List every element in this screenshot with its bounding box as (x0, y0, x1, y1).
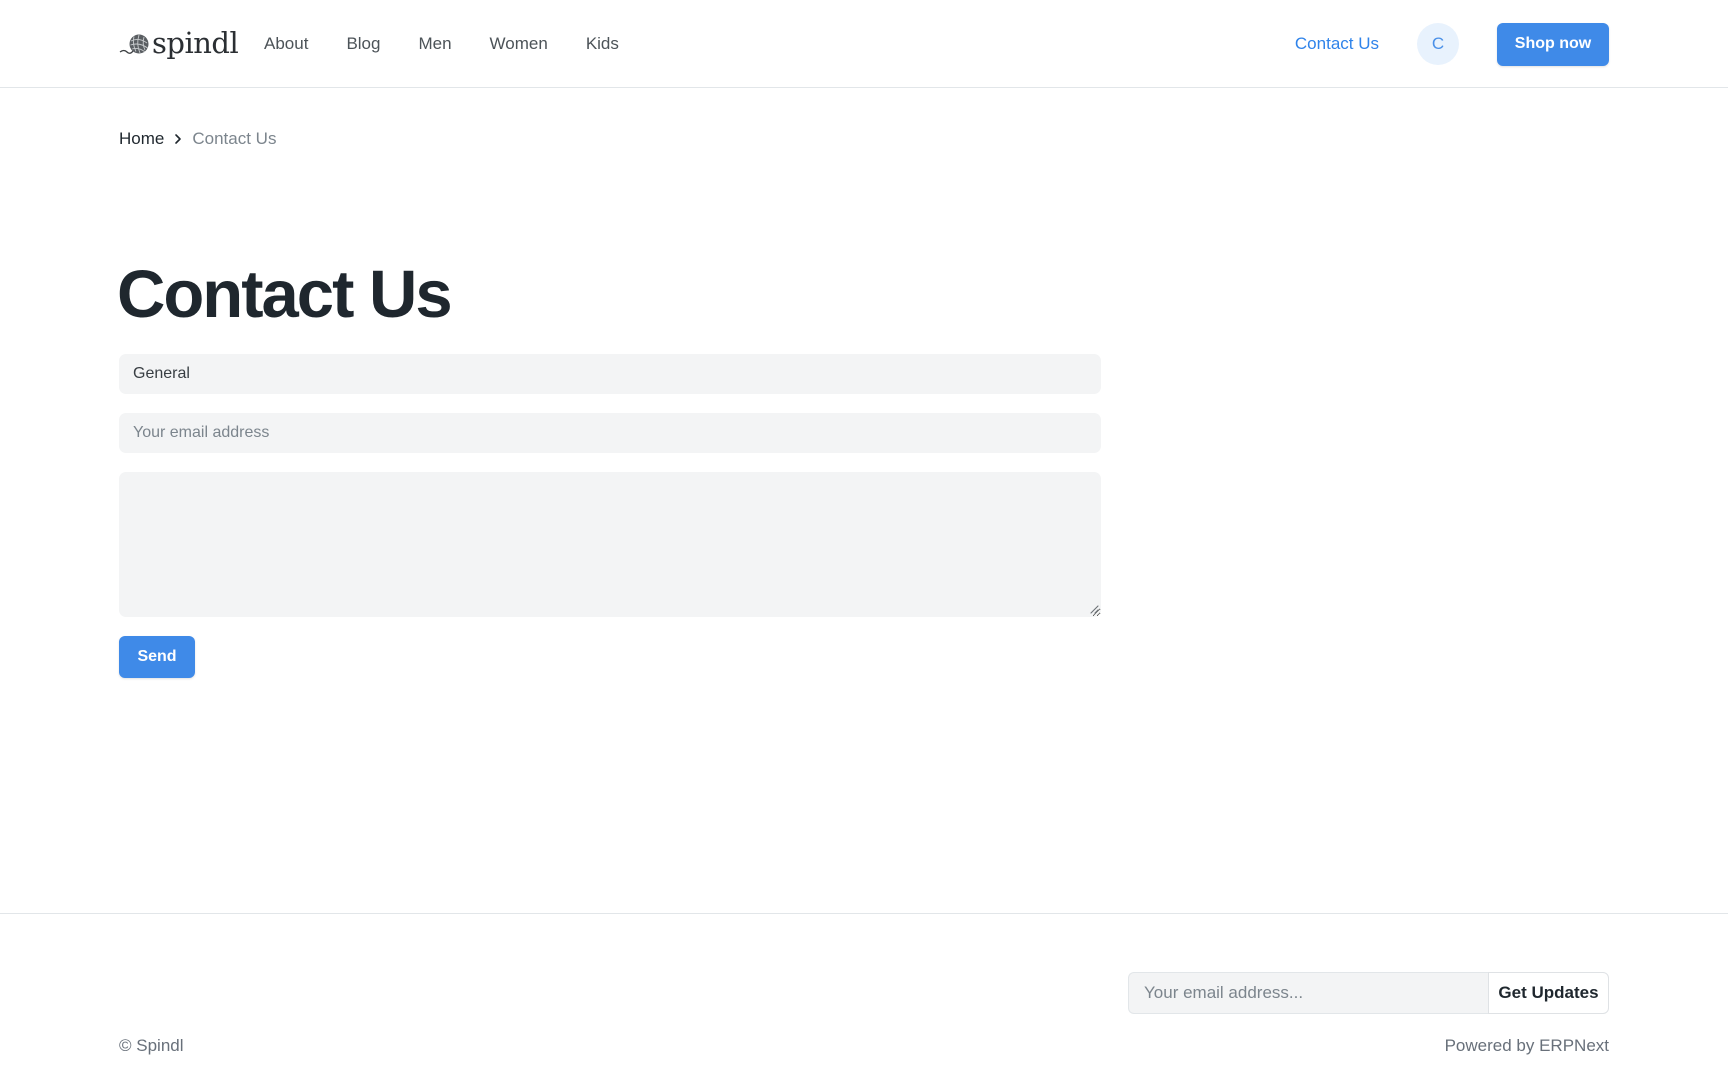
nav-actions: Contact Us C Shop now (1295, 0, 1609, 88)
get-updates-button[interactable]: Get Updates (1488, 972, 1609, 1014)
brand-name: spindl (152, 25, 239, 60)
email-field[interactable] (119, 413, 1101, 453)
breadcrumb: Home Contact Us (119, 129, 276, 149)
brand-logo-link[interactable]: spindl (119, 24, 239, 64)
navbar: spindl About Blog Men Women Kids Contact… (0, 0, 1728, 88)
nav-item-women[interactable]: Women (490, 34, 548, 54)
main-nav: About Blog Men Women Kids (264, 0, 657, 88)
powered-by-link[interactable]: Powered by ERPNext (1445, 1036, 1609, 1056)
nav-item-men[interactable]: Men (418, 34, 451, 54)
breadcrumb-current: Contact Us (192, 129, 277, 148)
subscribe-form: Get Updates (1128, 972, 1609, 1014)
nav-item-kids[interactable]: Kids (586, 34, 619, 54)
subscribe-email-input[interactable] (1128, 972, 1488, 1014)
page-title: Contact Us (117, 257, 453, 332)
breadcrumb-home-link[interactable]: Home (119, 129, 164, 149)
user-avatar[interactable]: C (1417, 23, 1459, 65)
copyright-text: © Spindl (119, 1036, 184, 1055)
subject-select[interactable]: General (119, 354, 1101, 394)
nav-item-contact-us[interactable]: Contact Us (1295, 34, 1379, 54)
nav-item-about[interactable]: About (264, 34, 308, 54)
nav-item-blog[interactable]: Blog (346, 34, 380, 54)
subject-selected-value: General (133, 365, 190, 382)
send-button[interactable]: Send (119, 636, 195, 678)
shop-now-button[interactable]: Shop now (1497, 22, 1609, 66)
footer: Get Updates © Spindl Powered by ERPNext (0, 913, 1728, 1080)
yarn-ball-icon (119, 34, 149, 54)
message-textarea[interactable] (119, 472, 1101, 617)
resize-handle-icon[interactable] (1089, 604, 1099, 614)
chevron-right-icon (173, 133, 183, 145)
